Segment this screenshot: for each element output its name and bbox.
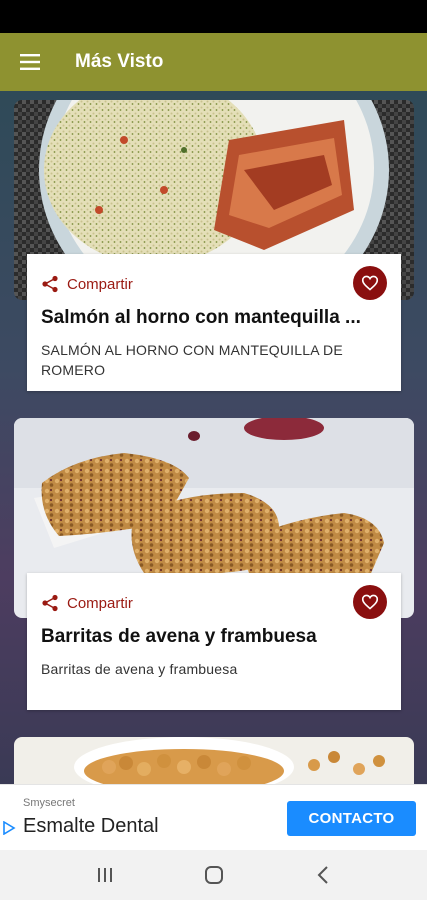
recipe-title[interactable]: Salmón al horno con mantequilla ...: [41, 306, 387, 330]
heart-icon: [361, 594, 379, 610]
ad-contact-button[interactable]: CONTACTO: [287, 801, 416, 836]
back-icon[interactable]: [303, 855, 343, 895]
recipe-image[interactable]: [14, 737, 414, 784]
share-label: Compartir: [67, 275, 133, 293]
ad-sponsor: Smysecret: [23, 797, 75, 809]
hamburger-menu-icon[interactable]: [0, 33, 60, 91]
share-button[interactable]: Compartir: [41, 268, 387, 300]
status-bar: [0, 0, 427, 33]
recipe-info: Compartir Barritas de avena y frambuesa …: [27, 573, 401, 710]
share-label: Compartir: [67, 594, 133, 612]
recipe-info: Compartir Salmón al horno con mantequill…: [27, 254, 401, 391]
recent-apps-icon[interactable]: [85, 855, 125, 895]
recipe-list[interactable]: Compartir Salmón al horno con mantequill…: [0, 91, 427, 784]
home-icon[interactable]: [194, 855, 234, 895]
recipe-description: Barritas de avena y frambuesa: [41, 661, 238, 677]
recipe-title[interactable]: Barritas de avena y frambuesa: [41, 625, 387, 649]
recipe-card[interactable]: Compartir Barritas de avena y frambuesa …: [14, 418, 414, 710]
recipe-card[interactable]: [14, 737, 414, 784]
ad-headline[interactable]: Esmalte Dental: [23, 815, 159, 838]
favorite-button[interactable]: [353, 585, 387, 619]
share-icon: [42, 275, 58, 293]
system-nav-bar: [0, 850, 427, 900]
app-bar: Más Visto: [0, 33, 427, 91]
favorite-button[interactable]: [353, 266, 387, 300]
share-icon: [42, 594, 58, 612]
heart-icon: [361, 275, 379, 291]
share-button[interactable]: Compartir: [41, 587, 387, 619]
ad-banner[interactable]: Smysecret Esmalte Dental CONTACTO: [0, 784, 427, 850]
page-title: Más Visto: [75, 51, 164, 72]
recipe-card[interactable]: Compartir Salmón al horno con mantequill…: [14, 100, 414, 392]
recipe-description: SALMÓN AL HORNO CON MANTEQUILLA DE ROMER…: [41, 342, 343, 378]
ad-choices-icon[interactable]: [2, 821, 16, 835]
